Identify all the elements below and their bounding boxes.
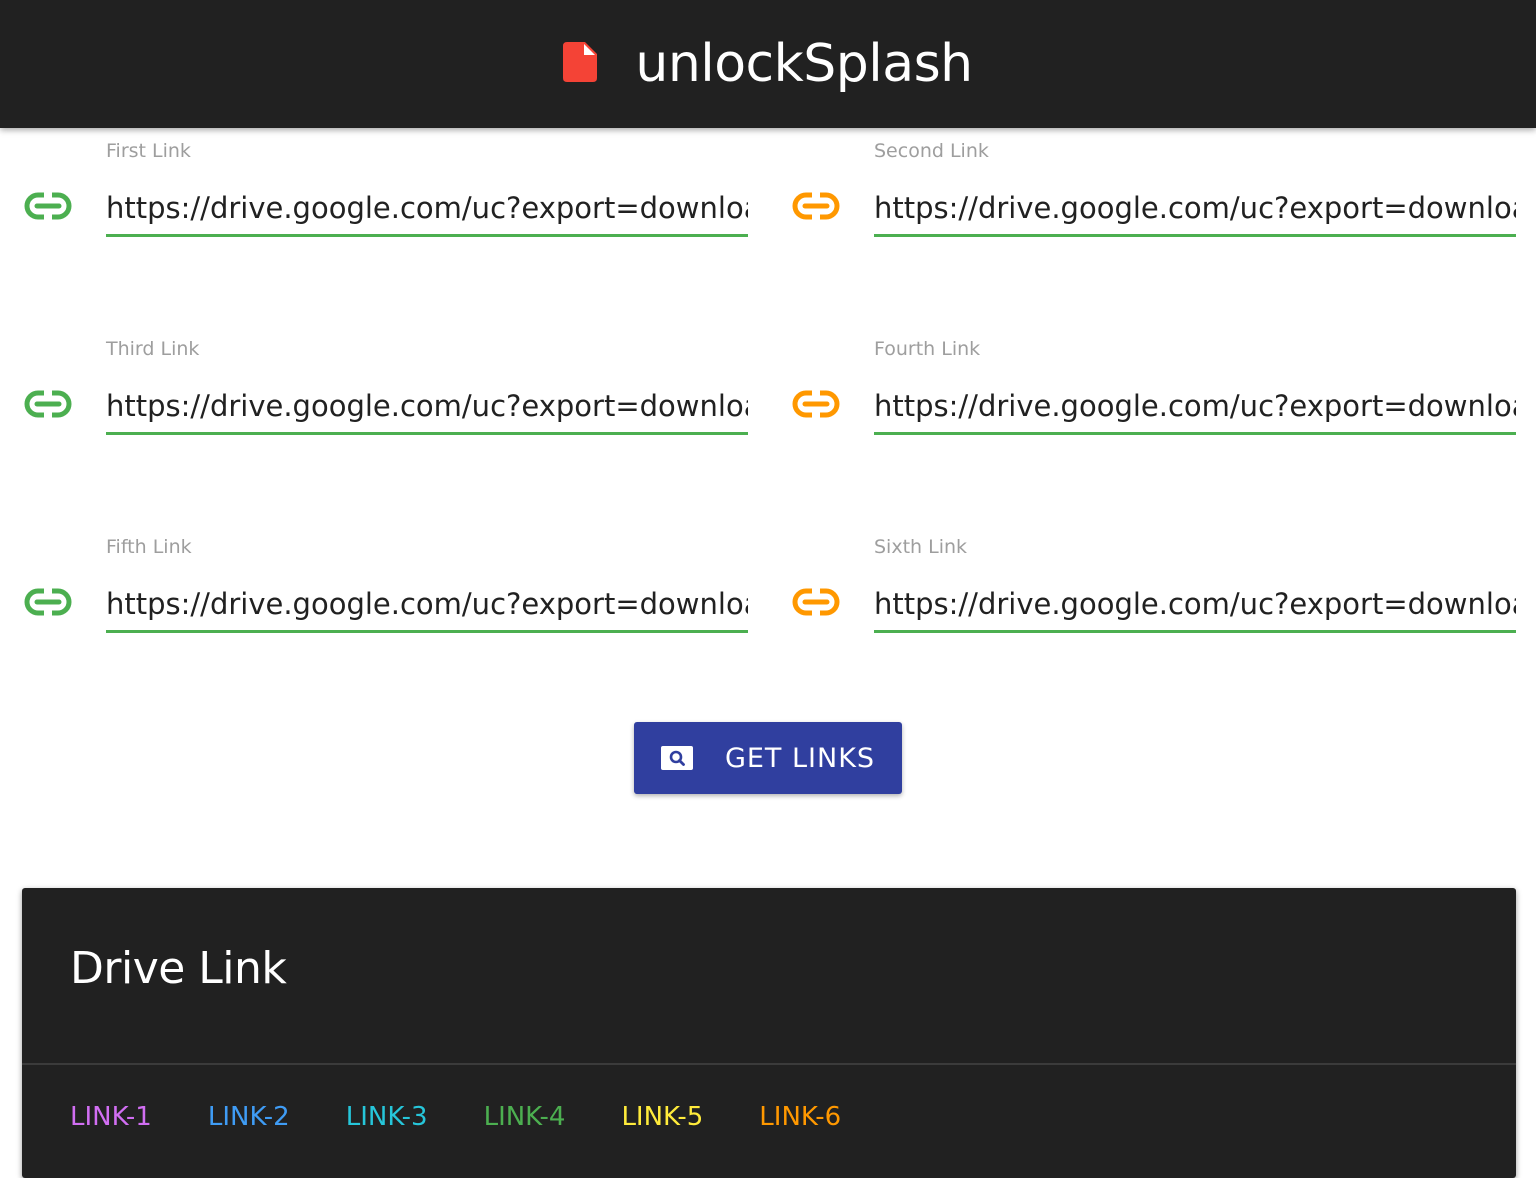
- link-icon: [792, 192, 840, 220]
- third-link-label: Third Link: [106, 338, 200, 360]
- fifth-link-label: Fifth Link: [106, 536, 192, 558]
- second-link-input[interactable]: [874, 182, 1516, 237]
- tab-link-3[interactable]: LINK-3: [346, 1102, 428, 1132]
- first-link-label: First Link: [106, 140, 191, 162]
- card-divider: [22, 1063, 1516, 1065]
- fifth-link-field: Fifth Link: [24, 530, 748, 640]
- link-tabs: LINK-1 LINK-2 LINK-3 LINK-4 LINK-5 LINK-…: [70, 1102, 897, 1132]
- tab-link-6[interactable]: LINK-6: [759, 1102, 841, 1132]
- second-link-label: Second Link: [874, 140, 989, 162]
- file-icon: [563, 42, 598, 82]
- tab-link-2[interactable]: LINK-2: [208, 1102, 290, 1132]
- sixth-link-input[interactable]: [874, 578, 1516, 633]
- third-link-input[interactable]: [106, 380, 748, 435]
- link-icon: [792, 588, 840, 616]
- fourth-link-input[interactable]: [874, 380, 1516, 435]
- get-links-button[interactable]: GET LINKS: [634, 722, 902, 794]
- fourth-link-field: Fourth Link: [792, 332, 1516, 442]
- get-links-label: GET LINKS: [724, 742, 876, 774]
- tab-link-4[interactable]: LINK-4: [484, 1102, 566, 1132]
- sixth-link-field: Sixth Link: [792, 530, 1516, 640]
- fifth-link-input[interactable]: [106, 578, 748, 633]
- sixth-link-label: Sixth Link: [874, 536, 968, 558]
- tab-link-1[interactable]: LINK-1: [70, 1102, 152, 1132]
- image-search-icon: [660, 746, 693, 770]
- first-link-field: First Link: [24, 134, 748, 244]
- drive-link-card: Drive Link LINK-1 LINK-2 LINK-3 LINK-4 L…: [22, 888, 1516, 1178]
- link-icon: [792, 390, 840, 418]
- link-icon: [24, 588, 72, 616]
- app-header: unlockSplash: [0, 0, 1536, 128]
- card-title: Drive Link: [70, 943, 287, 994]
- fourth-link-label: Fourth Link: [874, 338, 981, 360]
- first-link-input[interactable]: [106, 182, 748, 237]
- third-link-field: Third Link: [24, 332, 748, 442]
- app-title: unlockSplash: [635, 34, 973, 94]
- tab-link-5[interactable]: LINK-5: [621, 1102, 703, 1132]
- second-link-field: Second Link: [792, 134, 1516, 244]
- link-icon: [24, 390, 72, 418]
- link-icon: [24, 192, 72, 220]
